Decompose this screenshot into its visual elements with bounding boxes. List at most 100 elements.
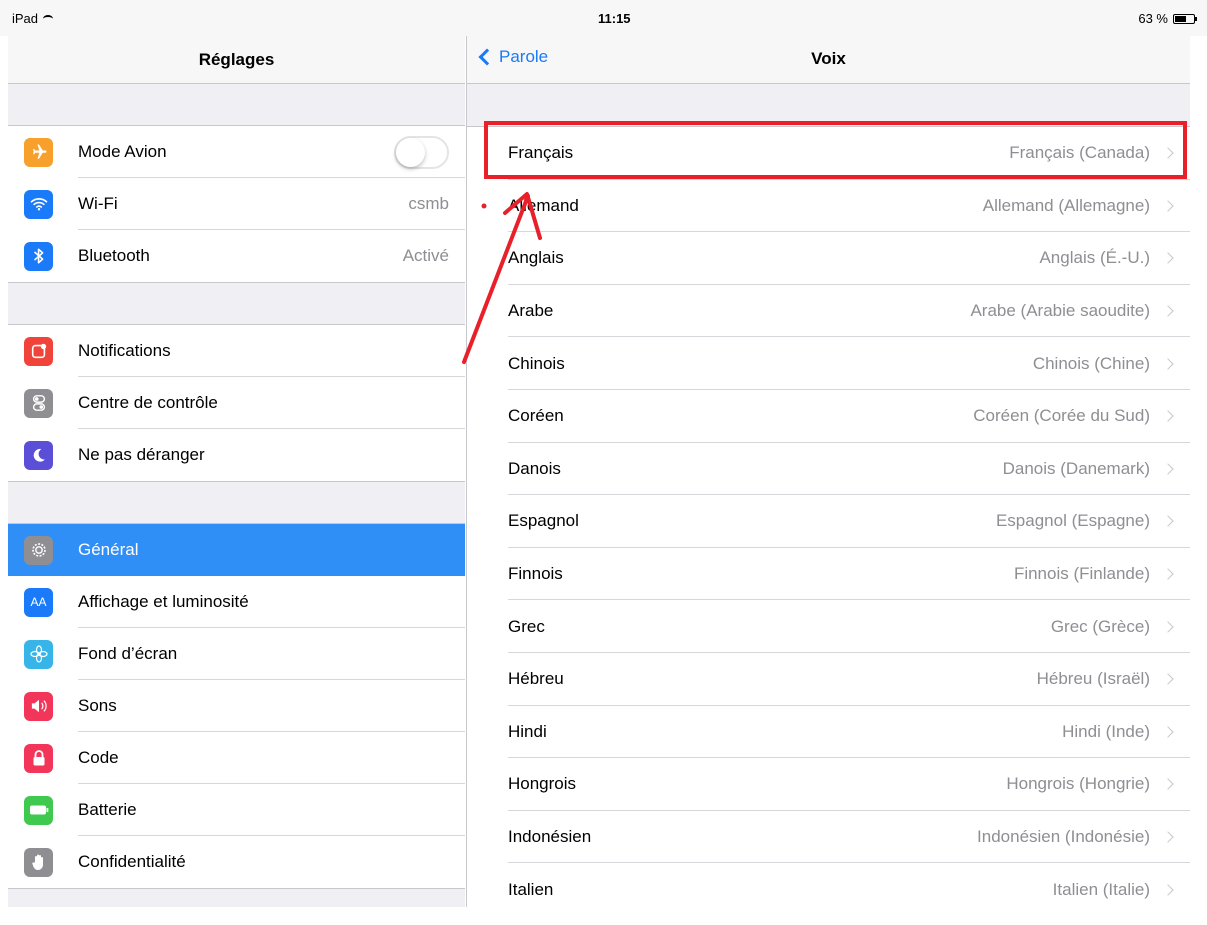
voice-language: Anglais	[508, 248, 564, 268]
control-center-icon	[24, 388, 53, 418]
voice-variant: Arabe (Arabie saoudite)	[970, 301, 1150, 321]
voice-item-italian[interactable]: Italien Italien (Italie)	[467, 863, 1190, 907]
voice-item-hungarian[interactable]: Hongrois Hongrois (Hongrie)	[467, 758, 1190, 811]
voice-item-german[interactable]: Allemand Allemand (Allemagne)	[467, 180, 1190, 233]
chevron-right-icon	[1162, 515, 1174, 528]
settings-item-label: Bluetooth	[78, 246, 150, 265]
battery-cap	[1195, 16, 1197, 21]
wifi-network-value: csmb	[408, 194, 449, 213]
settings-item-battery[interactable]: Batterie	[8, 784, 465, 836]
battery-fill	[1175, 15, 1187, 22]
voice-variant: Grec (Grèce)	[1050, 616, 1150, 636]
settings-item-wifi[interactable]: Wi-Fi csmb	[8, 178, 465, 230]
status-bar-right: 63 %	[1138, 11, 1197, 26]
chevron-right-icon	[1162, 620, 1174, 633]
voice-item-hindi[interactable]: Hindi Hindi (Inde)	[467, 706, 1190, 759]
voice-language: Hindi	[508, 721, 547, 741]
voice-language: Français	[508, 143, 574, 163]
voices-panel: Parole Voix Français Français (Canada) Al…	[466, 36, 1190, 907]
voice-item-english[interactable]: Anglais Anglais (É.-U.)	[467, 232, 1190, 285]
voice-item-hebrew[interactable]: Hébreu Hébreu (Israël)	[467, 653, 1190, 706]
wifi-icon	[24, 189, 53, 219]
settings-item-label: Batterie	[78, 800, 137, 819]
settings-item-label: Ne pas déranger	[78, 445, 205, 464]
voice-item-danish[interactable]: Danois Danois (Danemark)	[467, 443, 1190, 496]
chevron-right-icon	[1162, 883, 1174, 896]
settings-item-label: Notifications	[78, 341, 171, 360]
settings-item-label: Général	[78, 540, 139, 559]
voice-item-french[interactable]: Français Français (Canada)	[467, 127, 1190, 180]
wallpaper-icon	[24, 639, 53, 669]
settings-title: Réglages	[8, 36, 465, 84]
status-bar-left: iPad	[12, 11, 54, 26]
settings-item-privacy[interactable]: Confidentialité	[8, 836, 465, 888]
chevron-right-icon	[1162, 410, 1174, 422]
settings-item-label: Mode Avion	[78, 142, 167, 161]
chevron-right-icon	[1162, 463, 1174, 475]
voice-item-spanish[interactable]: Espagnol Espagnol (Espagne)	[467, 495, 1190, 548]
settings-item-bluetooth[interactable]: Bluetooth Activé	[8, 230, 465, 282]
settings-item-control-center[interactable]: Centre de contrôle	[8, 377, 465, 429]
gear-icon	[24, 535, 53, 565]
settings-item-label: Fond d’écran	[78, 644, 178, 663]
voice-language: Coréen	[508, 406, 564, 426]
settings-item-wallpaper[interactable]: Fond d’écran	[8, 628, 465, 680]
voice-variant: Hébreu (Israël)	[1036, 669, 1150, 689]
settings-item-do-not-disturb[interactable]: Ne pas déranger	[8, 429, 465, 481]
voice-variant: Français (Canada)	[1009, 143, 1150, 163]
voice-language: Chinois	[508, 353, 565, 373]
voice-item-greek[interactable]: Grec Grec (Grèce)	[467, 600, 1190, 653]
moon-icon	[24, 440, 53, 470]
voice-variant: Allemand (Allemagne)	[982, 195, 1150, 215]
airplane-mode-toggle[interactable]	[394, 135, 449, 169]
settings-item-label: Centre de contrôle	[78, 393, 218, 412]
chevron-right-icon	[1162, 252, 1174, 265]
voice-variant: Hindi (Inde)	[1062, 721, 1150, 741]
airplane-icon	[24, 137, 53, 167]
settings-panel: Réglages Mode Avion Wi-Fi csmb Bluetooth…	[8, 36, 465, 925]
settings-item-sounds[interactable]: Sons	[8, 680, 465, 732]
chevron-right-icon	[1162, 778, 1174, 791]
chevron-right-icon	[1162, 147, 1174, 159]
battery-percentage: 63 %	[1138, 11, 1168, 26]
voice-item-korean[interactable]: Coréen Coréen (Corée du Sud)	[467, 390, 1190, 443]
settings-item-airplane-mode[interactable]: Mode Avion	[8, 126, 465, 178]
voice-language: Finnois	[508, 564, 563, 584]
voice-item-arabic[interactable]: Arabe Arabe (Arabie saoudite)	[467, 285, 1190, 338]
voice-language: Danois	[508, 458, 561, 478]
voice-language: Espagnol	[508, 511, 579, 531]
settings-item-label: Wi-Fi	[78, 194, 118, 213]
bottom-margin	[0, 907, 1207, 925]
voice-variant: Anglais (É.-U.)	[1039, 248, 1150, 268]
voice-variant: Espagnol (Espagne)	[995, 511, 1150, 531]
chevron-right-icon	[1162, 726, 1174, 738]
settings-item-display[interactable]: AA Affichage et luminosité	[8, 576, 465, 628]
text-size-icon: AA	[24, 587, 53, 617]
settings-item-passcode[interactable]: Code	[8, 732, 465, 784]
settings-group-notifications: Notifications Centre de contrôle Ne pas …	[8, 324, 465, 482]
settings-item-label: Affichage et luminosité	[78, 592, 249, 611]
bluetooth-status-value: Activé	[402, 246, 449, 265]
voices-nav-bar: Parole Voix	[467, 36, 1190, 84]
voice-variant: Hongrois (Hongrie)	[1006, 774, 1150, 794]
chevron-right-icon	[1162, 200, 1174, 212]
speaker-icon	[24, 691, 53, 721]
battery-status-icon	[1173, 13, 1197, 24]
voice-language: Arabe	[508, 301, 554, 321]
voice-item-finnish[interactable]: Finnois Finnois (Finlande)	[467, 548, 1190, 601]
voice-variant: Finnois (Finlande)	[1013, 564, 1150, 584]
voice-item-chinese[interactable]: Chinois Chinois (Chine)	[467, 337, 1190, 390]
notifications-icon	[24, 336, 53, 366]
voice-item-indonesian[interactable]: Indonésien Indonésien (Indonésie)	[467, 811, 1190, 864]
settings-group-connectivity: Mode Avion Wi-Fi csmb Bluetooth Activé	[8, 125, 465, 283]
voice-variant: Chinois (Chine)	[1032, 353, 1150, 373]
battery-icon	[24, 795, 53, 825]
chevron-right-icon	[1162, 831, 1174, 843]
bluetooth-icon	[24, 241, 53, 271]
settings-item-notifications[interactable]: Notifications	[8, 325, 465, 377]
voice-language: Allemand	[508, 195, 579, 215]
chevron-right-icon	[1162, 568, 1174, 580]
voice-variant: Danois (Danemark)	[1002, 458, 1150, 478]
voice-language: Italien	[508, 879, 554, 899]
settings-item-general[interactable]: Général	[8, 524, 465, 576]
